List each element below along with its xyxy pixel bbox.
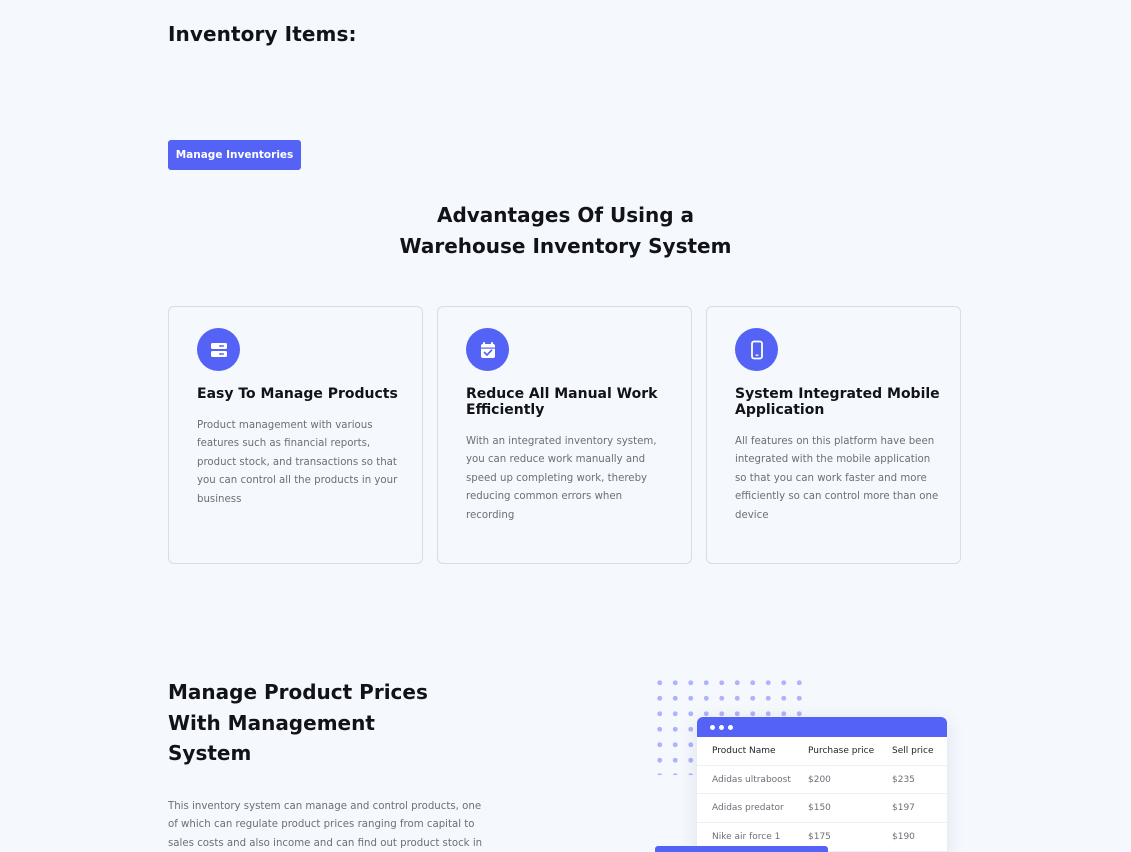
purchase-price-cell: $150 — [808, 803, 831, 814]
feature-card-description: With an integrated inventory system, you… — [466, 436, 657, 521]
feature-card-title: System Integrated Mobile Application — [735, 386, 940, 418]
server-icon — [197, 328, 240, 371]
feature-card-description: Product management with various features… — [197, 420, 398, 505]
product-name-cell: Adidas ultraboost — [712, 774, 791, 785]
sell-price-cell: $190 — [892, 832, 915, 843]
feature-card-mobile-application: System Integrated Mobile Application All… — [706, 306, 961, 564]
advantages-heading-line2: Warehouse Inventory System — [399, 234, 732, 258]
feature-card-reduce-manual-work: Reduce All Manual Work Efficiently With … — [437, 306, 692, 564]
calendar-check-icon — [466, 328, 509, 371]
column-header: Purchase price — [808, 746, 875, 756]
window-title-bar — [697, 717, 947, 737]
table-row: Adidas ultraboost $200 $235 — [697, 766, 947, 795]
table-row: Adidas predator $150 $197 — [697, 794, 947, 824]
advantages-heading: Advantages Of Using a Warehouse Inventor… — [0, 200, 1131, 262]
manage-inventories-button[interactable]: Manage Inventories — [168, 140, 301, 170]
decorative-accent-bar — [655, 846, 828, 852]
feature-card-title: Reduce All Manual Work Efficiently — [466, 386, 658, 418]
purchase-price-cell: $200 — [808, 774, 831, 785]
column-header: Sell price — [892, 746, 934, 756]
feature-card-title: Easy To Manage Products — [197, 386, 398, 402]
mobile-phone-icon — [735, 328, 778, 371]
product-name-cell: Adidas predator — [712, 803, 784, 814]
window-dot — [728, 724, 733, 730]
sell-price-cell: $235 — [892, 774, 915, 785]
advantages-heading-line1: Advantages Of Using a — [436, 203, 695, 227]
inventory-items-title: Inventory Items: — [168, 22, 357, 46]
product-name-cell: Nike air force 1 — [712, 832, 781, 843]
price-table-preview: Product Name Purchase price Sell price A… — [697, 717, 947, 852]
table-header-row: Product Name Purchase price Sell price — [697, 737, 947, 766]
purchase-price-cell: $175 — [808, 832, 831, 843]
manage-prices-description: This inventory system can manage and con… — [168, 801, 483, 849]
feature-card-description: All features on this platform have been … — [735, 436, 939, 521]
window-dot — [710, 724, 715, 730]
feature-card-manage-products: Easy To Manage Products Product manageme… — [168, 306, 423, 564]
manage-prices-heading: Manage Product Prices With Management Sy… — [168, 680, 428, 765]
window-dot — [719, 724, 724, 730]
sell-price-cell: $197 — [892, 803, 915, 814]
column-header: Product Name — [712, 746, 776, 756]
